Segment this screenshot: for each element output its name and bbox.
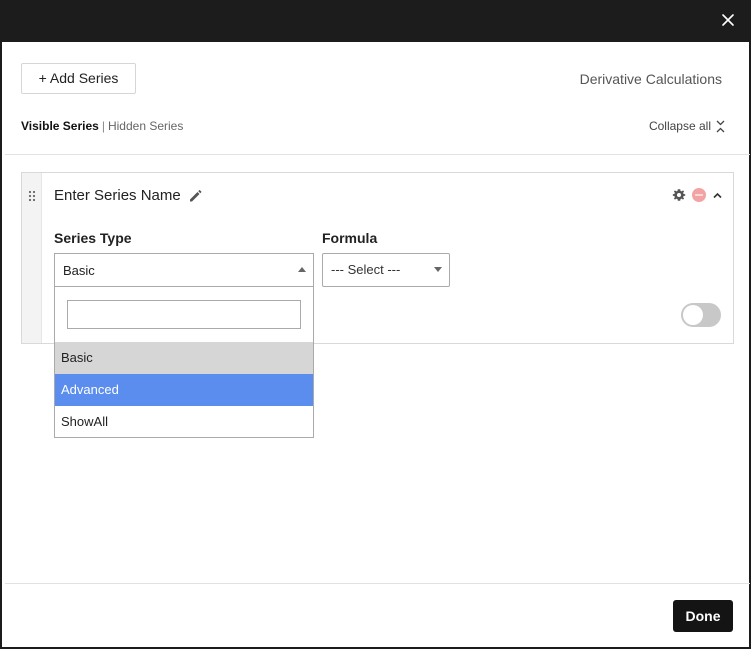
card-actions (672, 188, 723, 202)
series-toggle[interactable] (681, 303, 721, 327)
drag-handle-icon[interactable] (28, 190, 36, 202)
formula-select[interactable]: --- Select --- (322, 253, 450, 287)
modal-header (2, 0, 751, 42)
toggle-knob (683, 305, 703, 325)
collapse-all-button[interactable]: Collapse all (649, 119, 725, 133)
chevron-up-icon[interactable] (712, 190, 723, 201)
series-name-text[interactable]: Enter Series Name (54, 187, 181, 204)
caret-down-icon (434, 267, 442, 272)
formula-label: Formula (322, 230, 378, 246)
dropdown-search-input[interactable] (67, 300, 301, 329)
tab-visible-series[interactable]: Visible Series (21, 119, 99, 133)
done-button[interactable]: Done (673, 600, 733, 632)
dropdown-option-basic[interactable]: Basic (55, 342, 313, 374)
remove-series-icon[interactable] (692, 188, 706, 202)
series-type-label: Series Type (54, 230, 132, 246)
formula-value: --- Select --- (331, 262, 401, 277)
dropdown-option-advanced[interactable]: Advanced (55, 374, 313, 406)
close-icon[interactable] (719, 11, 737, 29)
drag-strip (22, 173, 42, 343)
series-name: Enter Series Name (54, 187, 202, 204)
series-type-value: Basic (63, 263, 95, 278)
series-tabs: Visible Series | Hidden Series (21, 119, 183, 133)
dropdown-options: Basic Advanced ShowAll (55, 342, 313, 438)
tab-hidden-series[interactable]: Hidden Series (108, 119, 183, 133)
derivative-calculations-link[interactable]: Derivative Calculations (580, 71, 722, 87)
footer-divider (5, 583, 750, 584)
series-modal: + Add Series Derivative Calculations Vis… (0, 0, 751, 649)
collapse-all-label: Collapse all (648, 119, 711, 133)
header-divider (5, 154, 750, 155)
gear-icon[interactable] (672, 188, 686, 202)
dropdown-option-showall[interactable]: ShowAll (55, 406, 313, 438)
caret-up-icon (298, 267, 306, 272)
series-type-select[interactable]: Basic (54, 253, 314, 288)
add-series-button[interactable]: + Add Series (21, 63, 136, 94)
series-type-dropdown: Basic Advanced ShowAll (54, 286, 314, 438)
tab-separator: | (101, 119, 105, 133)
pencil-icon[interactable] (188, 189, 202, 203)
collapse-chevrons-icon (716, 120, 725, 132)
